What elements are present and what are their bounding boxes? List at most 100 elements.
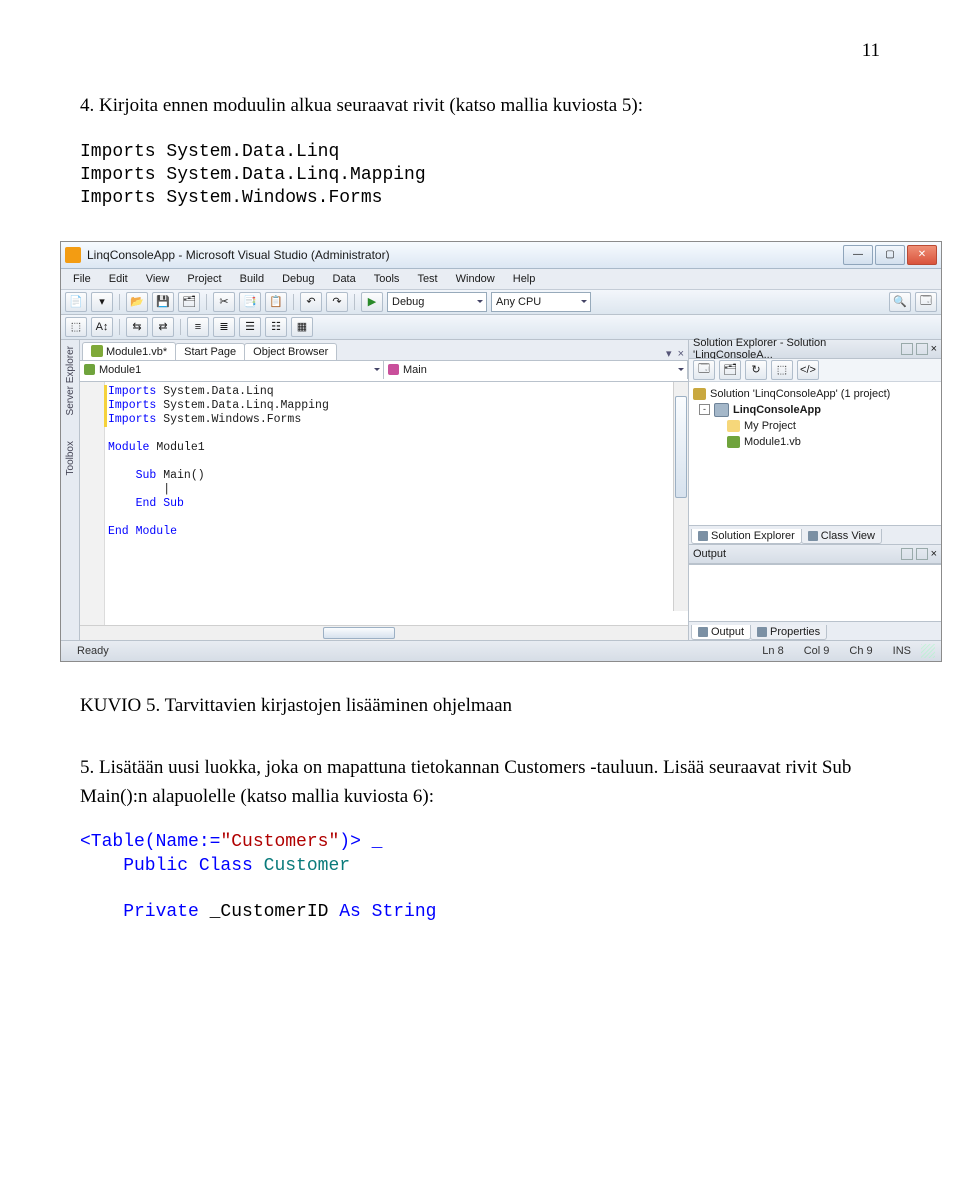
tb2-3[interactable]: ⇆ (126, 317, 148, 337)
tree-solution[interactable]: Solution 'LinqConsoleApp' (1 project) (693, 386, 937, 402)
tab-module1[interactable]: Module1.vb* (82, 342, 176, 360)
solution-tree[interactable]: Solution 'LinqConsoleApp' (1 project) -L… (689, 382, 941, 525)
member-dropdown[interactable]: Main (384, 361, 688, 379)
tree-project[interactable]: -LinqConsoleApp (693, 402, 937, 418)
new-project-button[interactable]: 📄 (65, 292, 87, 312)
code-line: Module Module1 (108, 441, 688, 455)
solexp-header[interactable]: Solution Explorer - Solution 'LinqConsol… (689, 340, 941, 359)
save-all-button[interactable]: 🗂 (178, 292, 200, 312)
menu-file[interactable]: File (65, 271, 99, 287)
step4-text: 4. Kirjoita ennen moduulin alkua seuraav… (80, 95, 643, 116)
add-item-button[interactable]: ▾ (91, 292, 113, 312)
config-dropdown[interactable]: Debug (387, 292, 487, 312)
doc-tabs: Module1.vb* Start Page Object Browser ▾ … (80, 340, 688, 361)
code-line: | (108, 483, 688, 497)
vertical-scrollbar[interactable] (673, 382, 688, 611)
tree-module1[interactable]: Module1.vb (693, 434, 937, 450)
solexp-properties-button[interactable]: 🗔 (693, 360, 715, 380)
menu-help[interactable]: Help (505, 271, 544, 287)
undo-button[interactable]: ↶ (300, 292, 322, 312)
menu-data[interactable]: Data (325, 271, 364, 287)
menu-view[interactable]: View (138, 271, 178, 287)
tab-output[interactable]: Output (691, 625, 751, 640)
solexp-refresh-button[interactable]: ↻ (745, 360, 767, 380)
c2-l3a: Private (80, 902, 210, 922)
maximize-button[interactable]: ▢ (875, 245, 905, 265)
menu-test[interactable]: Test (409, 271, 445, 287)
tree-solution-label: Solution 'LinqConsoleApp' (1 project) (710, 386, 890, 402)
figure5-caption: KUVIO 5. Tarvittavien kirjastojen lisääm… (80, 692, 880, 721)
solexp-toolbar: 🗔 🗂 ↻ ⬚ </> (689, 359, 941, 382)
menu-window[interactable]: Window (448, 271, 503, 287)
save-button[interactable]: 💾 (152, 292, 174, 312)
status-ln: Ln 8 (752, 645, 793, 657)
tab-solexp-label: Solution Explorer (711, 530, 795, 542)
tab-output-label: Output (711, 626, 744, 638)
tab-start-page[interactable]: Start Page (175, 343, 245, 360)
toolbox-tab[interactable]: Toolbox (65, 441, 76, 475)
tab-object-browser[interactable]: Object Browser (244, 343, 337, 360)
pane-dropdown-icon[interactable] (901, 343, 913, 355)
tb2-1[interactable]: ⬚ (65, 317, 87, 337)
solexp-title: Solution Explorer - Solution 'LinqConsol… (693, 337, 901, 361)
tab-class-view[interactable]: Class View (801, 529, 882, 544)
menu-debug[interactable]: Debug (274, 271, 322, 287)
copy-button[interactable]: 📑 (239, 292, 261, 312)
tb2-5[interactable]: ≡ (187, 317, 209, 337)
code-editor[interactable]: Imports System.Data.Linq Imports System.… (80, 382, 688, 625)
code-block-2: <Table(Name:="Customers")> _ Public Clas… (80, 831, 880, 925)
page-number: 11 (80, 40, 880, 62)
tab-solution-explorer[interactable]: Solution Explorer (691, 529, 802, 544)
tab-properties[interactable]: Properties (750, 625, 827, 640)
scrollbar-thumb[interactable] (675, 396, 687, 498)
menu-build[interactable]: Build (232, 271, 272, 287)
tb2-4[interactable]: ⇄ (152, 317, 174, 337)
pane-close-icon[interactable]: × (931, 548, 937, 560)
class-dropdown[interactable]: Module1 (80, 361, 384, 379)
member-dropdown-label: Main (403, 364, 427, 376)
pane-dropdown-icon[interactable] (901, 548, 913, 560)
tab-classview-label: Class View (821, 530, 875, 542)
menu-tools[interactable]: Tools (366, 271, 408, 287)
tb2-6[interactable]: ≣ (213, 317, 235, 337)
output-pane[interactable] (689, 564, 941, 621)
output-bottom-tabs: Output Properties (689, 621, 941, 640)
scrollbar-thumb[interactable] (323, 627, 395, 639)
pin-icon[interactable] (916, 343, 928, 355)
member-dropdowns: Module1 Main (80, 361, 688, 382)
solexp-showall-button[interactable]: 🗂 (719, 360, 741, 380)
minimize-button[interactable]: — (843, 245, 873, 265)
start-debug-button[interactable]: ▶ (361, 292, 383, 312)
tab-dropdown-icon[interactable]: ▾ × (662, 347, 688, 360)
horizontal-scrollbar[interactable] (80, 625, 688, 640)
tb2-7[interactable]: ☰ (239, 317, 261, 337)
props-icon (757, 627, 767, 637)
class-dropdown-label: Module1 (99, 364, 141, 376)
paste-button[interactable]: 📋 (265, 292, 287, 312)
tb2-2[interactable]: A↕ (91, 317, 113, 337)
solexp-view-button[interactable]: ⬚ (771, 360, 793, 380)
server-explorer-tab[interactable]: Server Explorer (65, 346, 76, 415)
close-button[interactable]: ✕ (907, 245, 937, 265)
tree-myproject[interactable]: My Project (693, 418, 937, 434)
find-button[interactable]: 🔍 (889, 292, 911, 312)
output-header[interactable]: Output × (689, 544, 941, 564)
resize-grip[interactable] (921, 644, 935, 658)
titlebar[interactable]: LinqConsoleApp - Microsoft Visual Studio… (61, 242, 941, 269)
menu-project[interactable]: Project (179, 271, 229, 287)
pin-icon[interactable] (916, 548, 928, 560)
redo-button[interactable]: ↷ (326, 292, 348, 312)
platform-dropdown[interactable]: Any CPU (491, 292, 591, 312)
toolbox-button[interactable]: 🗔 (915, 292, 937, 312)
status-bar: Ready Ln 8 Col 9 Ch 9 INS (61, 640, 941, 661)
code-line: Imports System.Data.Linq (108, 385, 688, 399)
menu-edit[interactable]: Edit (101, 271, 136, 287)
cut-button[interactable]: ✂ (213, 292, 235, 312)
status-ch: Ch 9 (839, 645, 882, 657)
tb2-8[interactable]: ☷ (265, 317, 287, 337)
tb2-9[interactable]: ▦ (291, 317, 313, 337)
collapse-icon[interactable]: - (699, 404, 710, 415)
solexp-code-button[interactable]: </> (797, 360, 819, 380)
open-button[interactable]: 📂 (126, 292, 148, 312)
pane-close-icon[interactable]: × (931, 343, 937, 355)
